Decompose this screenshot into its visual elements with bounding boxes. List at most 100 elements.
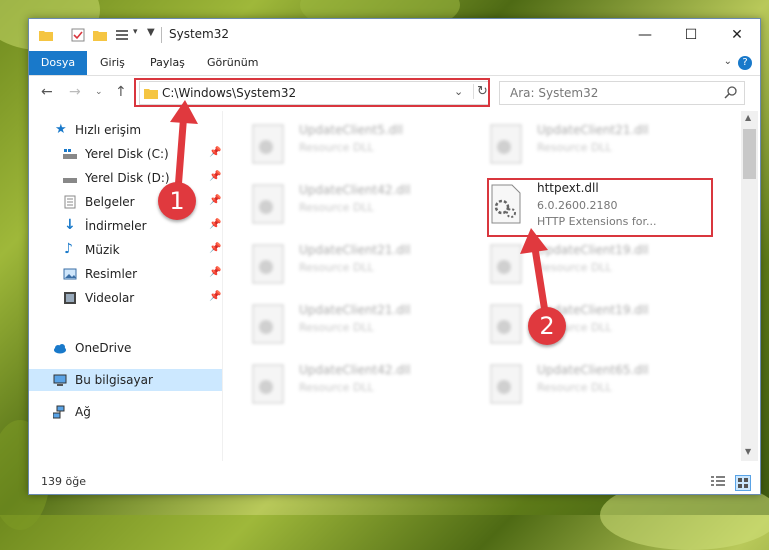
file-name: UpdateClient42.dll (299, 363, 411, 377)
tab-file[interactable]: Dosya (29, 51, 87, 75)
file-item[interactable]: UpdateClient21.dll Resource DLL (251, 299, 476, 355)
address-highlight-box (134, 78, 490, 107)
sidebar-item-label: OneDrive (75, 341, 132, 355)
sidebar-item-label: İndirmeler (85, 219, 147, 233)
properties-icon[interactable] (71, 28, 85, 42)
large-icons-view-icon[interactable] (735, 475, 751, 491)
explorer-window: ▾ ▼ System32 — ☐ ✕ Dosya Giriş Paylaş Gö… (28, 18, 761, 495)
file-name: UpdateClient19.dll (537, 243, 649, 257)
file-list: UpdateClient5.dll Resource DLL UpdateCli… (223, 111, 743, 461)
pin-icon[interactable]: 📌 (209, 171, 221, 182)
file-item[interactable]: UpdateClient21.dll Resource DLL (251, 239, 476, 295)
sidebar-item-local-disk-c[interactable]: Yerel Disk (C:) 📌 (29, 143, 222, 165)
pin-icon[interactable]: 📌 (209, 219, 221, 230)
file-name: UpdateClient21.dll (299, 303, 411, 317)
details-view-icon[interactable] (711, 476, 725, 488)
file-item[interactable]: UpdateClient42.dll Resource DLL (251, 359, 476, 415)
file-item[interactable]: UpdateClient42.dll Resource DLL (251, 179, 476, 235)
item-count: 139 öğe (41, 475, 86, 488)
window-title: System32 (169, 27, 230, 41)
tab-share[interactable]: Paylaş (150, 51, 185, 75)
help-icon[interactable]: ? (738, 56, 752, 70)
sidebar-item-label: Videolar (85, 291, 135, 305)
dll-file-icon (252, 304, 284, 344)
file-item[interactable]: UpdateClient65.dll Resource DLL (489, 359, 714, 415)
recent-dropdown-icon[interactable]: ⌄ (95, 87, 103, 97)
file-description: Resource DLL (537, 381, 612, 394)
ribbon-tabs: Dosya Giriş Paylaş Görünüm ⌄ ? (29, 51, 760, 76)
sidebar-item-downloads[interactable]: ↓ İndirmeler 📌 (29, 215, 222, 237)
file-item[interactable]: UpdateClient21.dll Resource DLL (489, 119, 714, 175)
step-badge-1: 1 (158, 182, 196, 220)
file-highlight-box (487, 178, 713, 237)
drive-icon (63, 178, 77, 183)
scroll-down-icon[interactable]: ▼ (745, 447, 751, 456)
file-description: Resource DLL (299, 201, 374, 214)
customize-icon[interactable] (115, 28, 129, 42)
sidebar-item-label: Resimler (85, 267, 138, 281)
file-item[interactable]: UpdateClient19.dll Resource DLL (489, 239, 714, 295)
vertical-scrollbar[interactable]: ▲ ▼ (741, 111, 758, 461)
folder-icon (39, 31, 53, 41)
up-arrow-icon[interactable]: ↑ (115, 84, 127, 100)
computer-icon (53, 374, 67, 386)
search-input[interactable]: Ara: System32 (499, 81, 745, 105)
file-description: Resource DLL (537, 261, 612, 274)
step-badge-2: 2 (528, 307, 566, 345)
pin-icon[interactable]: 📌 (209, 267, 221, 278)
file-description: Resource DLL (299, 321, 374, 334)
file-name: UpdateClient42.dll (299, 183, 411, 197)
file-description: Resource DLL (299, 381, 374, 394)
scrollbar-thumb[interactable] (743, 129, 756, 179)
close-button[interactable]: ✕ (714, 19, 760, 51)
sidebar-item-onedrive[interactable]: OneDrive (29, 337, 222, 359)
star-icon: ★ (55, 122, 67, 137)
videos-icon (64, 292, 76, 304)
search-icon[interactable] (724, 86, 737, 99)
sidebar-item-quick-access[interactable]: ★ Hızlı erişim (29, 119, 222, 141)
sidebar-item-local-disk-d[interactable]: Yerel Disk (D:) 📌 (29, 167, 222, 189)
pin-icon[interactable]: 📌 (209, 291, 221, 302)
back-arrow-icon[interactable]: ← (41, 84, 53, 100)
sidebar-item-this-pc[interactable]: Bu bilgisayar (29, 369, 222, 391)
sidebar-item-pictures[interactable]: Resimler 📌 (29, 263, 222, 285)
tab-view[interactable]: Görünüm (207, 51, 258, 75)
title-bar: ▾ ▼ System32 — ☐ ✕ (29, 19, 760, 51)
dll-file-icon (490, 304, 522, 344)
new-folder-icon[interactable] (93, 28, 107, 42)
sidebar-item-network[interactable]: Ağ (29, 401, 222, 423)
dll-file-icon (490, 124, 522, 164)
file-name: UpdateClient21.dll (299, 243, 411, 257)
maximize-button[interactable]: ☐ (668, 19, 714, 51)
status-bar: 139 öğe (29, 471, 760, 493)
pin-icon[interactable]: 📌 (209, 243, 221, 254)
file-name: UpdateClient65.dll (537, 363, 649, 377)
navigation-pane: ★ Hızlı erişim Yerel Disk (C:) 📌 Yerel D… (29, 111, 223, 461)
file-description: Resource DLL (299, 141, 374, 154)
scroll-up-icon[interactable]: ▲ (745, 113, 751, 122)
dll-file-icon (490, 364, 522, 404)
forward-arrow-icon[interactable]: → (69, 84, 81, 100)
sidebar-item-label: Ağ (75, 405, 91, 419)
file-name: UpdateClient5.dll (299, 123, 403, 137)
tab-home[interactable]: Giriş (100, 51, 125, 75)
sidebar-item-videos[interactable]: Videolar 📌 (29, 287, 222, 309)
download-icon: ↓ (64, 217, 76, 233)
qa-dropdown-icon[interactable]: ▼ (147, 27, 155, 38)
minimize-button[interactable]: — (622, 19, 668, 51)
chevron-down-icon[interactable]: ▾ (133, 27, 138, 37)
ribbon-expand-icon[interactable]: ⌄ (724, 56, 732, 67)
dll-file-icon (252, 364, 284, 404)
dll-file-icon (252, 184, 284, 224)
file-item[interactable]: UpdateClient5.dll Resource DLL (251, 119, 476, 175)
sidebar-item-music[interactable]: ♪ Müzik 📌 (29, 239, 222, 261)
file-item[interactable]: UpdateClient19.dll Resource DLL (489, 299, 714, 355)
sidebar-item-label: Bu bilgisayar (75, 373, 153, 387)
file-name: UpdateClient21.dll (537, 123, 649, 137)
cloud-icon (54, 344, 66, 354)
dll-file-icon (252, 124, 284, 164)
sidebar-item-label: Hızlı erişim (75, 123, 142, 137)
sidebar-item-label: Müzik (85, 243, 120, 257)
pin-icon[interactable]: 📌 (209, 195, 221, 206)
pin-icon[interactable]: 📌 (209, 147, 221, 158)
